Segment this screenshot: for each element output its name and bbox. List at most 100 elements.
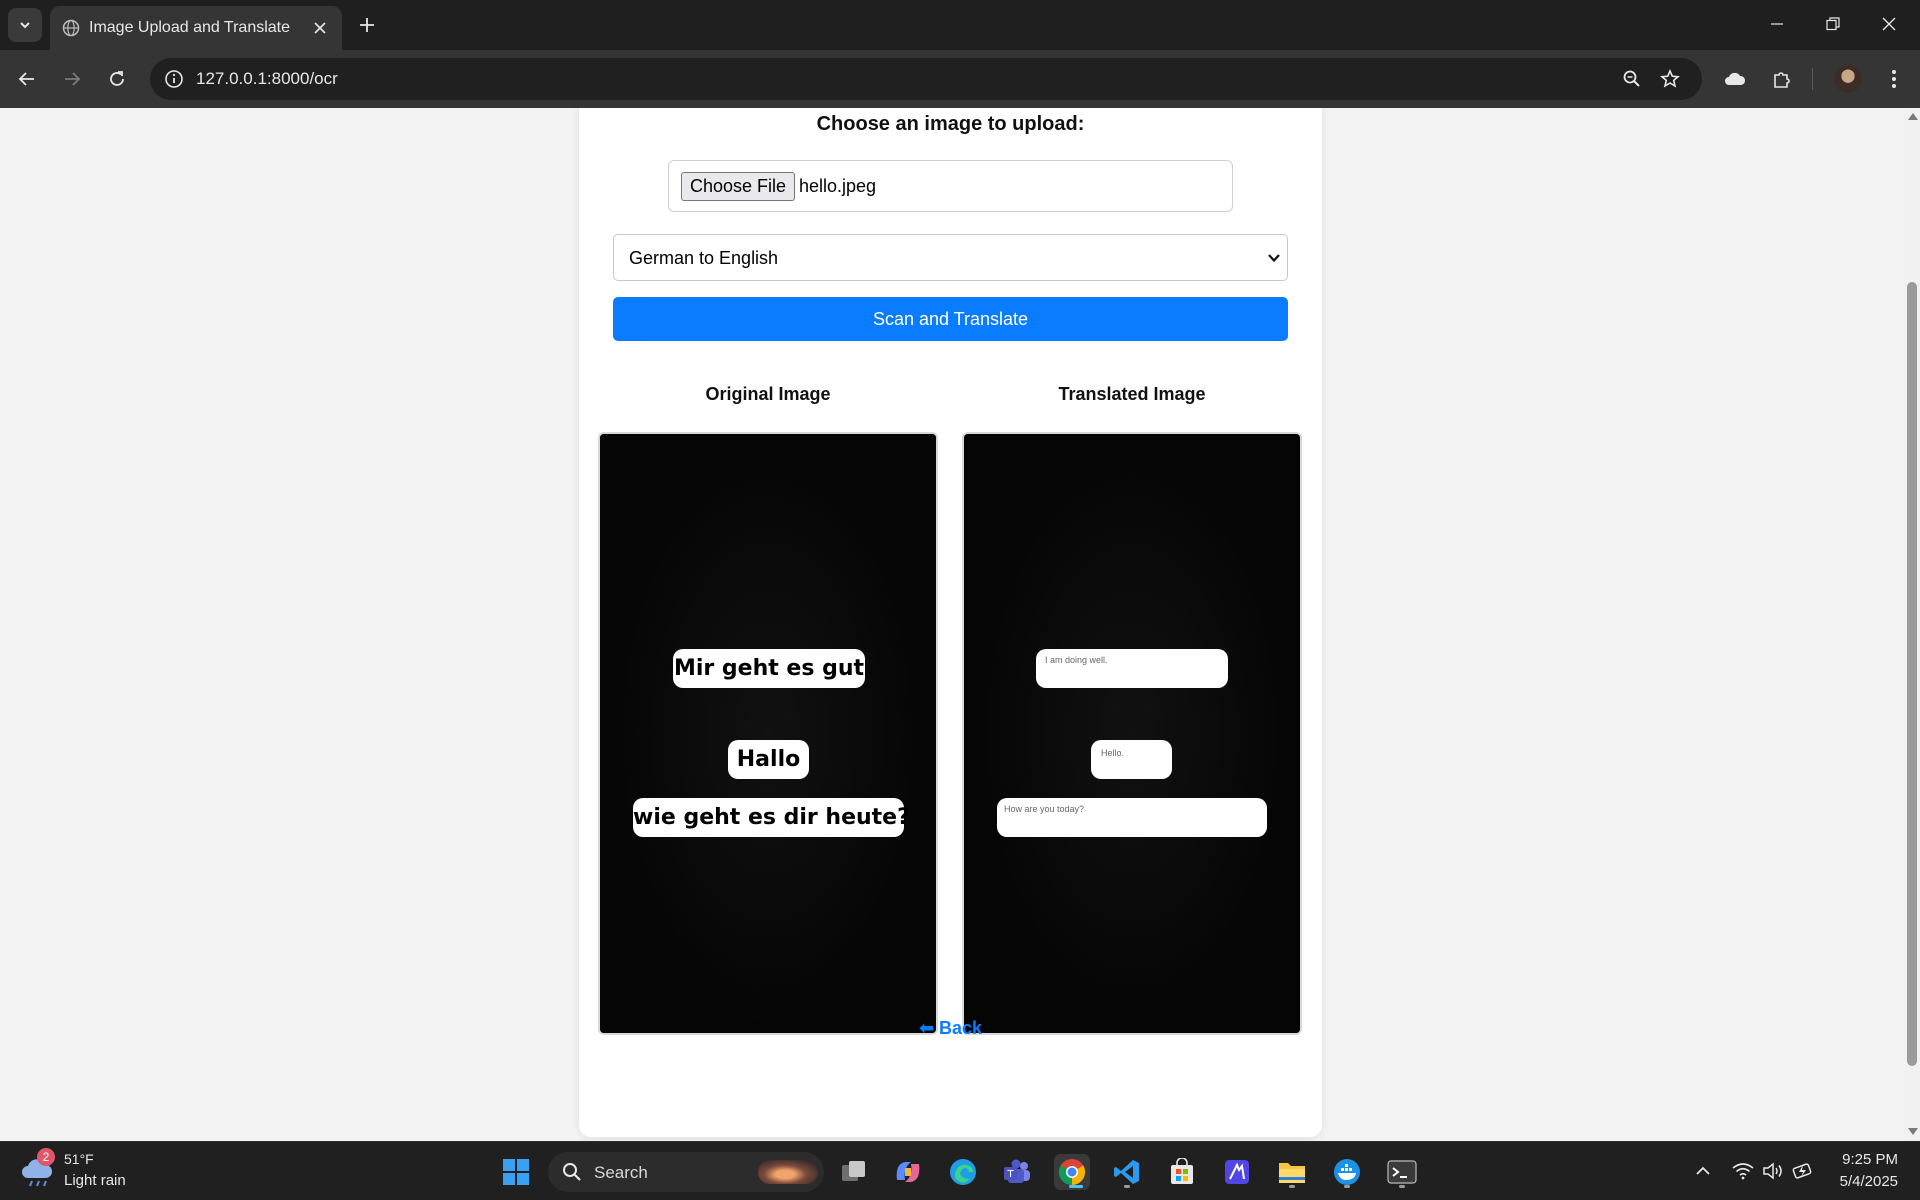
docker-button[interactable]: [1329, 1154, 1365, 1190]
running-indicator: [1124, 1185, 1130, 1188]
reload-icon: [110, 71, 124, 86]
file-explorer-button[interactable]: [1274, 1154, 1310, 1190]
chevron-up-icon: [1696, 1166, 1710, 1175]
menu-button[interactable]: [1880, 65, 1908, 93]
scroll-down-icon[interactable]: [1908, 1128, 1918, 1135]
image-background: [600, 434, 936, 1033]
taskbar: 2 51°F Light rain Search T 9:25 PM 5/4/2…: [0, 1141, 1920, 1200]
arrow-left-icon: ⬅: [918, 1018, 940, 1038]
active-indicator: [1069, 1185, 1083, 1188]
plus-icon: [360, 18, 374, 32]
back-link-label: Back: [939, 1018, 983, 1038]
language-select-value: German to English: [629, 248, 779, 268]
page-scrollbar[interactable]: [1904, 108, 1920, 1141]
upload-label: Choose an image to upload:: [816, 113, 1085, 135]
translated-bubble-2: Hello.: [1091, 740, 1172, 779]
cloud-extension-button[interactable]: [1721, 65, 1749, 93]
weather-desc: Light rain: [64, 1172, 126, 1189]
zoom-icon: [1623, 70, 1640, 87]
tab-search-button[interactable]: [8, 8, 42, 42]
task-view-button[interactable]: [836, 1154, 872, 1190]
teams-button[interactable]: T: [999, 1154, 1035, 1190]
scan-and-translate-button[interactable]: Scan and Translate: [613, 297, 1288, 341]
app-button[interactable]: [1219, 1154, 1255, 1190]
translated-bubble-1: I am doing well.: [1036, 649, 1228, 688]
restore-button[interactable]: [1805, 0, 1861, 48]
translated-bubble-3: How are you today?: [997, 798, 1267, 837]
taskbar-search[interactable]: Search: [548, 1152, 824, 1192]
battery-button[interactable]: [1792, 1160, 1814, 1182]
terminal-icon: [1387, 1160, 1417, 1184]
running-indicator: [1344, 1185, 1350, 1188]
weather-temp: 51°F: [64, 1151, 94, 1167]
zoom-button[interactable]: [1620, 67, 1644, 91]
url-text[interactable]: 127.0.0.1:8000/ocr: [196, 69, 338, 89]
clock-date: 5/4/2025: [1839, 1173, 1898, 1190]
edge-icon: [950, 1159, 976, 1185]
bookmark-button[interactable]: [1658, 67, 1682, 91]
info-icon[interactable]: [162, 67, 186, 91]
chrome-button[interactable]: [1054, 1154, 1090, 1190]
tab-strip: Image Upload and Translate: [0, 0, 1920, 50]
extensions-button[interactable]: [1768, 65, 1796, 93]
terminal-button[interactable]: [1384, 1154, 1420, 1190]
back-link[interactable]: ⬅ Back: [579, 1018, 1322, 1039]
tab-title: Image Upload and Translate: [89, 19, 291, 36]
volume-button[interactable]: [1762, 1160, 1784, 1182]
original-image-label: Original Image: [705, 384, 831, 404]
arrow-right-icon: [65, 72, 81, 86]
original-bubble-2: Hallo: [728, 740, 809, 779]
address-bar[interactable]: 127.0.0.1:8000/ocr: [150, 58, 1702, 100]
cloud-icon: [1725, 72, 1746, 85]
original-image: Mir geht es gut Hallo wie geht es dir he…: [598, 432, 938, 1035]
minimize-icon: [1771, 23, 1783, 25]
svg-text:T: T: [1006, 1169, 1014, 1180]
more-vertical-icon: [1892, 70, 1896, 88]
wifi-button[interactable]: [1732, 1160, 1754, 1182]
minimize-button[interactable]: [1749, 0, 1805, 48]
page-viewport: Choose an image to upload: Choose File h…: [0, 108, 1904, 1141]
chevron-down-icon: [1268, 254, 1280, 263]
battery-charging-icon: [1792, 1163, 1812, 1179]
docker-icon: [1334, 1159, 1360, 1185]
toolbar-divider: [1812, 68, 1813, 90]
close-icon: [314, 22, 326, 34]
volume-icon: [1763, 1162, 1782, 1180]
language-select[interactable]: German to English: [613, 234, 1288, 281]
reload-button[interactable]: [100, 62, 134, 96]
restore-icon: [1826, 17, 1840, 31]
puzzle-icon: [1774, 72, 1790, 88]
chrome-icon: [1058, 1159, 1086, 1186]
store-button[interactable]: [1164, 1154, 1200, 1190]
new-tab-button[interactable]: [352, 10, 382, 40]
scrollbar-thumb[interactable]: [1907, 282, 1917, 1066]
show-hidden-icons-button[interactable]: [1692, 1160, 1714, 1182]
upload-card: Choose an image to upload: Choose File h…: [579, 108, 1322, 1137]
teams-icon: T: [1004, 1159, 1030, 1183]
running-indicator: [1289, 1185, 1295, 1188]
vscode-button[interactable]: [1109, 1154, 1145, 1190]
profile-avatar[interactable]: [1834, 65, 1862, 93]
edge-button[interactable]: [945, 1154, 981, 1190]
back-button[interactable]: [10, 62, 44, 96]
scroll-up-icon[interactable]: [1908, 113, 1918, 120]
file-input[interactable]: Choose File hello.jpeg: [668, 160, 1233, 212]
copilot-button[interactable]: [890, 1154, 926, 1190]
star-icon: [1660, 69, 1680, 88]
search-placeholder: Search: [594, 1163, 648, 1182]
translated-image: I am doing well. Hello. How are you toda…: [962, 432, 1302, 1035]
search-icon: [563, 1163, 581, 1181]
globe-icon: [62, 19, 80, 37]
close-tab-button[interactable]: [308, 16, 332, 40]
close-window-button[interactable]: [1861, 0, 1917, 48]
store-icon: [1171, 1158, 1193, 1184]
weather-badge: 2: [37, 1148, 55, 1166]
choose-file-button[interactable]: Choose File: [681, 172, 796, 201]
forward-button[interactable]: [55, 62, 89, 96]
vscode-icon: [1114, 1160, 1139, 1184]
translated-image-label: Translated Image: [1058, 384, 1206, 404]
image-background: [964, 434, 1300, 1033]
app-icon: [1225, 1160, 1249, 1184]
start-button[interactable]: [498, 1154, 534, 1190]
tab-active[interactable]: Image Upload and Translate: [50, 6, 342, 50]
